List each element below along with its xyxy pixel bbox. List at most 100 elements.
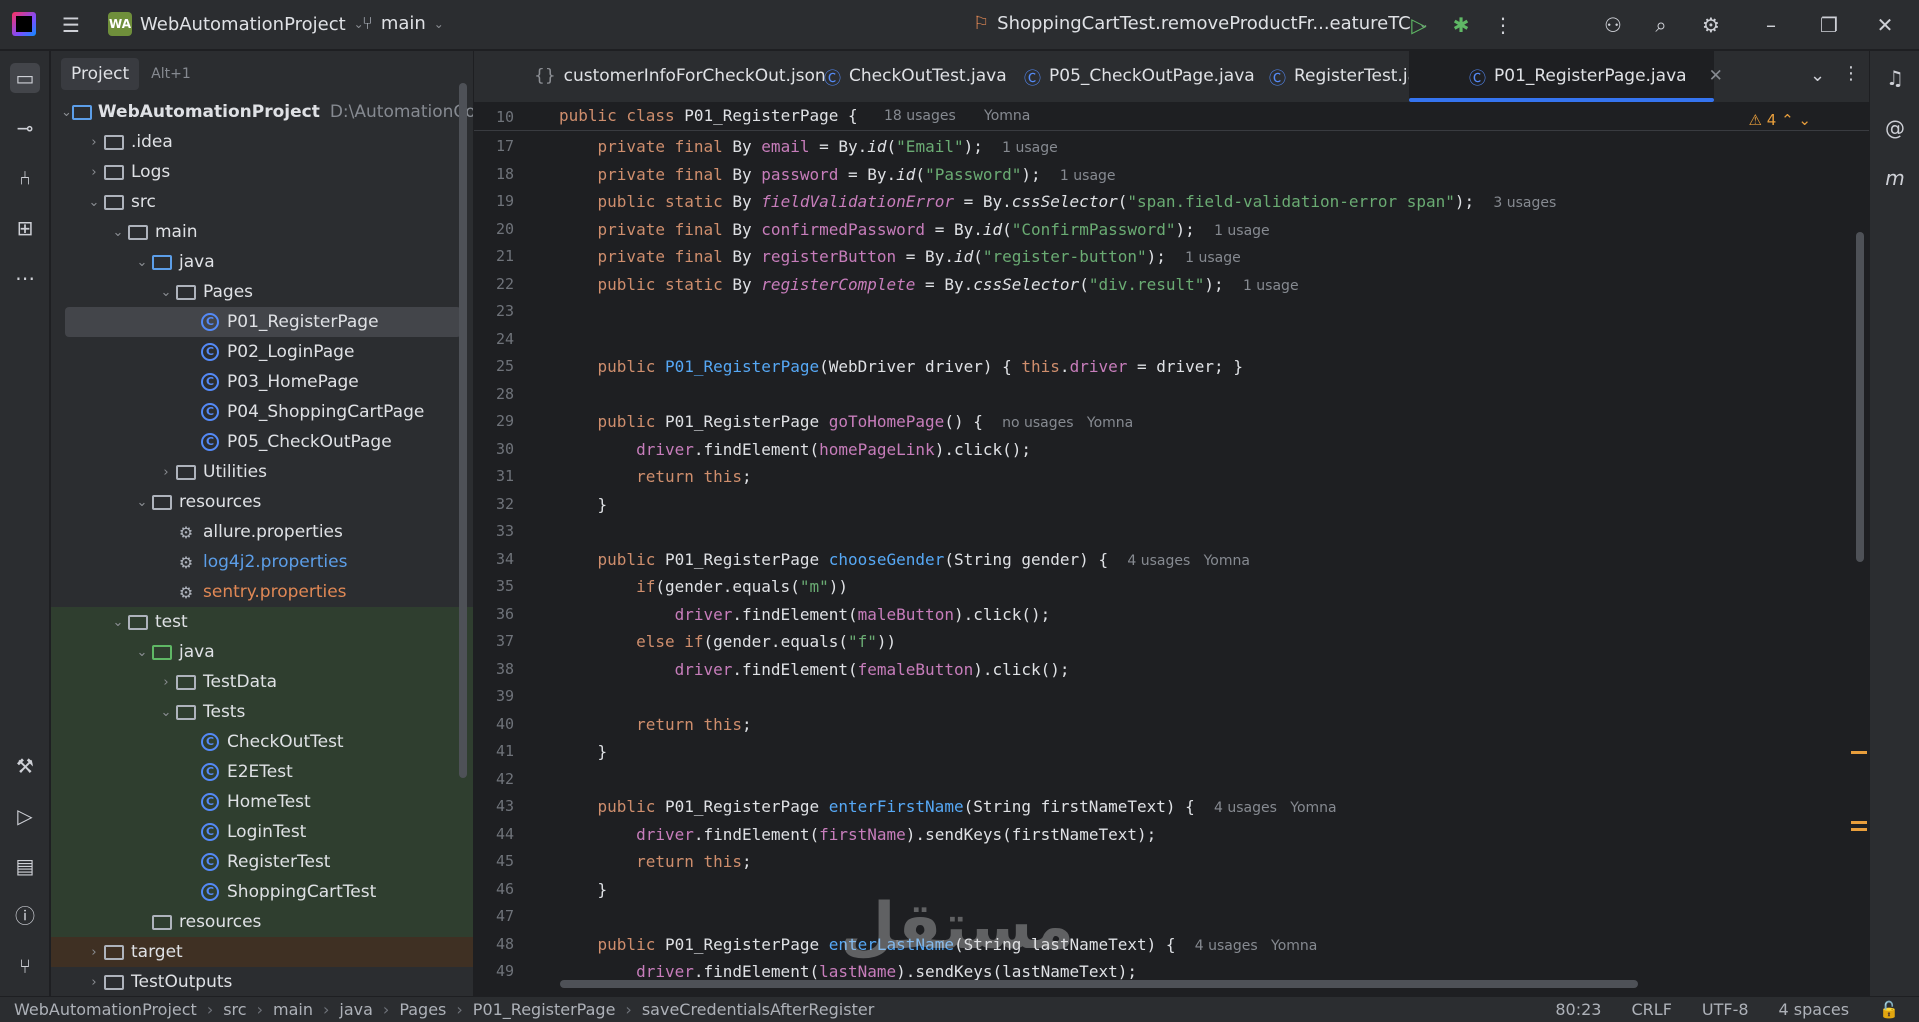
tree-item[interactable]: › TestOutputs	[51, 967, 473, 996]
tree-item[interactable]: ⌄ main	[51, 217, 473, 247]
tree-item[interactable]: › Logs	[51, 157, 473, 187]
tree-item[interactable]: C LoginTest	[51, 817, 473, 847]
chevron-right-icon[interactable]: ›	[85, 945, 103, 960]
tree-item[interactable]: ⚙ allure.properties	[51, 517, 473, 547]
file-encoding[interactable]: UTF-8	[1702, 1000, 1749, 1019]
chevron-down-icon[interactable]: ⌄	[133, 495, 151, 510]
run-icon[interactable]: ▷	[1406, 12, 1432, 38]
tree-item[interactable]: C CheckOutTest	[51, 727, 473, 757]
maven-icon[interactable]: m	[1880, 163, 1910, 193]
code-line[interactable]: public P01_RegisterPage chooseGender(Str…	[559, 546, 1250, 573]
hamburger-menu-icon[interactable]: ☰	[58, 12, 84, 38]
tree-item[interactable]: C P04_ShoppingCartPage	[51, 397, 473, 427]
code-line[interactable]: }	[559, 491, 608, 518]
tree-item[interactable]: › TestData	[51, 667, 473, 697]
chevron-right-icon[interactable]: ›	[85, 975, 103, 990]
tree-item[interactable]: ⌄ Tests	[51, 697, 473, 727]
chevron-right-icon[interactable]: ›	[157, 675, 175, 690]
editor-tab[interactable]: Ⓒ CheckOutTest.java	[764, 50, 1007, 102]
breadcrumb-item[interactable]: P01_RegisterPage	[473, 1000, 616, 1019]
tree-item[interactable]: › .idea	[51, 127, 473, 157]
tree-item[interactable]: ⌄ Pages	[51, 277, 473, 307]
code-line[interactable]: }	[559, 738, 608, 765]
code-line[interactable]: else if(gender.equals("f"))	[559, 628, 896, 655]
editor-tab[interactable]: Ⓒ P01_RegisterPage.java ✕	[1409, 50, 1723, 102]
line-separator[interactable]: CRLF	[1631, 1000, 1671, 1019]
code-line[interactable]: public static By registerComplete = By.c…	[559, 271, 1299, 298]
breadcrumb-item[interactable]: main	[273, 1000, 313, 1019]
tree-item[interactable]: ⌄ test	[51, 607, 473, 637]
close-icon[interactable]: ✕	[1872, 12, 1898, 38]
tree-item[interactable]: C P02_LoginPage	[51, 337, 473, 367]
run-config-selector[interactable]: ⚐ ShoppingCartTest.removeProductFr...eat…	[973, 13, 1429, 34]
tree-item[interactable]: C P03_HomePage	[51, 367, 473, 397]
chevron-down-icon[interactable]: ⌄	[133, 255, 151, 270]
tree-item[interactable]: ⌄ src	[51, 187, 473, 217]
tree-item[interactable]: resources	[51, 907, 473, 937]
code-line[interactable]: public static By fieldValidationError = …	[559, 188, 1557, 215]
tree-item[interactable]: C ShoppingCartTest	[51, 877, 473, 907]
warning-marker[interactable]	[1851, 828, 1867, 831]
warnings-indicator[interactable]: ⚠ 4 ⌃ ⌄	[1749, 111, 1811, 129]
minimize-icon[interactable]: –	[1758, 12, 1784, 38]
code-line[interactable]: private final By registerButton = By.id(…	[559, 243, 1241, 270]
chevron-right-icon[interactable]: ›	[85, 165, 103, 180]
settings-gear-icon[interactable]: ⚙	[1698, 12, 1724, 38]
chevron-down-icon[interactable]: ⌄	[109, 615, 127, 630]
breadcrumb-item[interactable]: src	[223, 1000, 246, 1019]
code-area[interactable]: private final By email = By.id("Email");…	[559, 103, 1829, 983]
code-line[interactable]: return this;	[559, 463, 752, 490]
intellij-logo-icon[interactable]	[12, 12, 36, 36]
warning-marker[interactable]	[1851, 821, 1867, 824]
notifications-bell-icon[interactable]: ♫	[1880, 63, 1910, 93]
debug-icon[interactable]: ✱	[1448, 12, 1474, 38]
terminal-icon[interactable]: ▤	[10, 851, 40, 881]
run-tool-icon[interactable]: ▷	[10, 801, 40, 831]
chevron-down-icon[interactable]: ⌄	[133, 645, 151, 660]
branch-switcher[interactable]: ⑂ main ⌄	[362, 13, 444, 34]
breadcrumb-item[interactable]: WebAutomationProject	[14, 1000, 197, 1019]
code-line[interactable]: driver.findElement(firstName).sendKeys(f…	[559, 821, 1156, 848]
editor-tab[interactable]: Ⓒ RegisterTest.java	[1209, 50, 1439, 102]
tree-item[interactable]: C RegisterTest	[51, 847, 473, 877]
chevron-down-icon[interactable]: ⌄	[157, 705, 175, 720]
tree-item[interactable]: › Utilities	[51, 457, 473, 487]
build-hammer-icon[interactable]: ⚒	[10, 751, 40, 781]
editor-tab[interactable]: {} customerInfoForCheckOut.json	[474, 50, 826, 102]
code-line[interactable]: private final By confirmedPassword = By.…	[559, 216, 1270, 243]
indent-setting[interactable]: 4 spaces	[1779, 1000, 1850, 1019]
editor-scrollbar[interactable]	[1856, 232, 1864, 562]
code-line[interactable]: }	[559, 876, 608, 903]
code-line[interactable]: driver.findElement(maleButton).click();	[559, 601, 1051, 628]
tree-item[interactable]: C HomeTest	[51, 787, 473, 817]
code-line[interactable]: private final By password = By.id("Passw…	[559, 161, 1116, 188]
code-line[interactable]: if(gender.equals("m"))	[559, 573, 848, 600]
tree-item[interactable]: ⌄ WebAutomationProject D:\AutomationCours	[51, 97, 473, 127]
chevron-down-icon[interactable]: ⌄	[157, 285, 175, 300]
ai-assistant-icon[interactable]: @	[1880, 113, 1910, 143]
warning-marker[interactable]	[1851, 751, 1867, 754]
breadcrumb-item[interactable]: saveCredentialsAfterRegister	[642, 1000, 874, 1019]
tabs-more-icon[interactable]: ⋮	[1842, 63, 1860, 84]
restore-icon[interactable]: ❐	[1816, 12, 1842, 38]
code-line[interactable]: public P01_RegisterPage enterFirstName(S…	[559, 793, 1337, 820]
tree-item[interactable]: ⌄ resources	[51, 487, 473, 517]
git-icon[interactable]: ⑂	[10, 951, 40, 981]
breadcrumb-item[interactable]: java	[339, 1000, 373, 1019]
more-tools-icon[interactable]: ⋯	[10, 263, 40, 293]
chevron-down-icon[interactable]: ⌄	[109, 225, 127, 240]
chevron-down-icon[interactable]: ⌄	[85, 195, 103, 210]
tree-item[interactable]: C E2ETest	[51, 757, 473, 787]
chevron-right-icon[interactable]: ›	[85, 135, 103, 150]
code-line[interactable]: driver.findElement(femaleButton).click()…	[559, 656, 1070, 683]
horizontal-scrollbar[interactable]	[560, 980, 1638, 988]
project-scrollbar[interactable]	[459, 83, 467, 778]
tree-item[interactable]: ⌄ java	[51, 637, 473, 667]
code-line[interactable]: private final By email = By.id("Email");…	[559, 133, 1058, 160]
tree-item[interactable]: › target	[51, 937, 473, 967]
pull-requests-icon[interactable]: ⑃	[10, 163, 40, 193]
breadcrumb-item[interactable]: Pages	[399, 1000, 446, 1019]
tabs-dropdown-icon[interactable]: ⌄	[1810, 65, 1825, 86]
tree-item[interactable]: ⚙ sentry.properties	[51, 577, 473, 607]
tree-item[interactable]: C P05_CheckOutPage	[51, 427, 473, 457]
